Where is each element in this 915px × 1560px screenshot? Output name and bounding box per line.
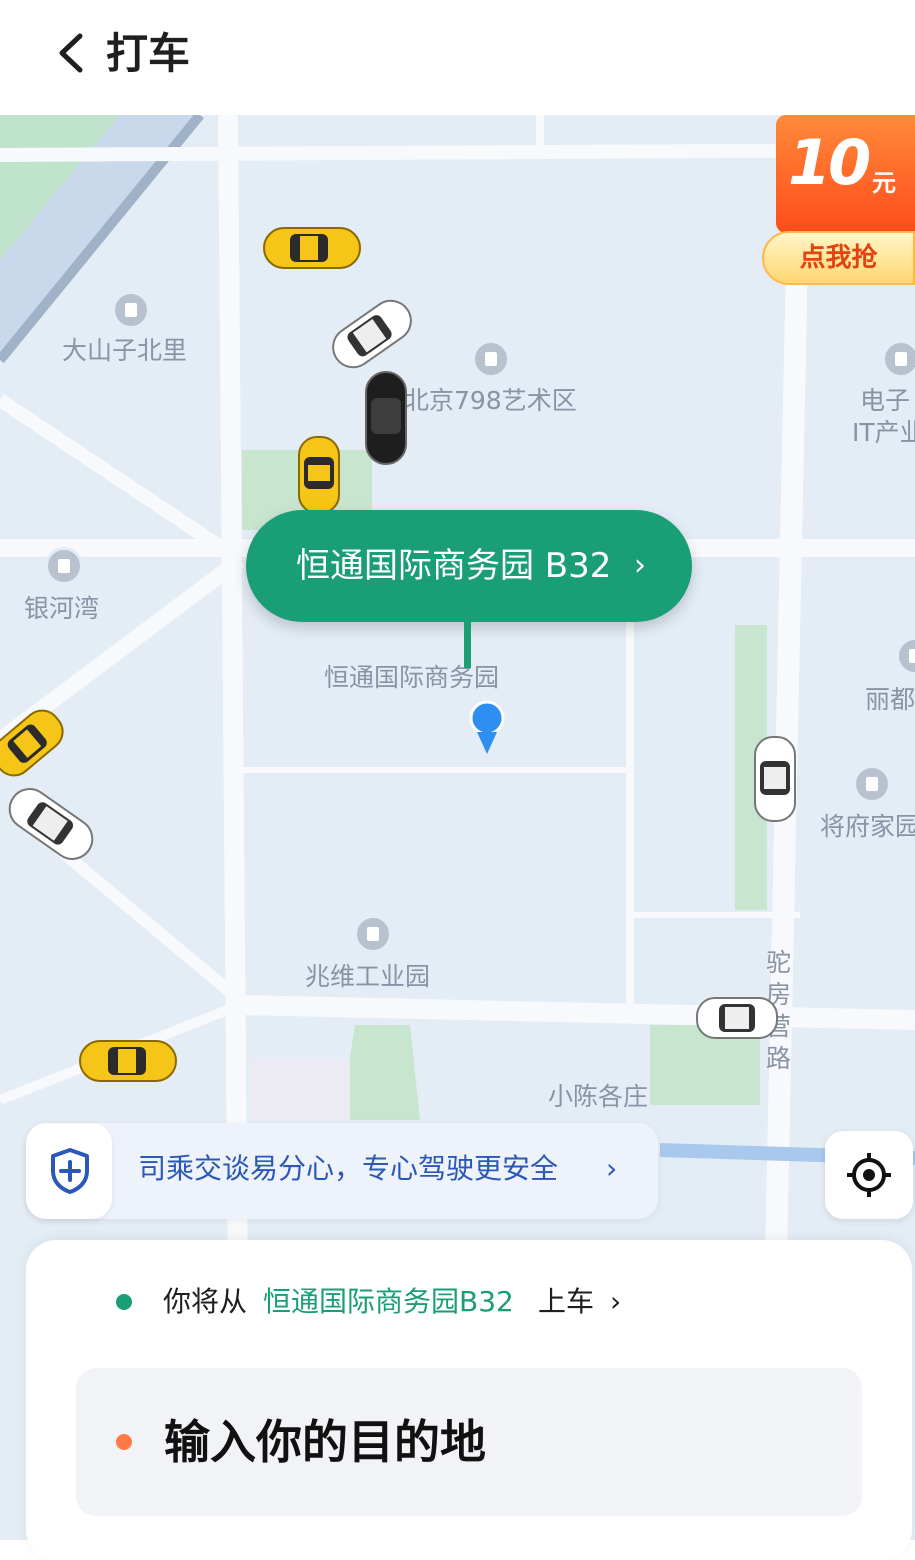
top-bar: 打车 [0, 0, 915, 115]
poi-icon [853, 765, 891, 803]
poi-label[interactable]: 小陈各庄 [548, 1077, 648, 1113]
chevron-left-icon [59, 33, 83, 73]
pickup-place-name: 恒通国际商务园B32 [263, 1285, 514, 1318]
safety-tip-text: 司乘交谈易分心，专心驾驶更安全 [138, 1152, 559, 1185]
pickup-prefix-text: 你将从 [163, 1285, 248, 1318]
pickup-bubble-label: 恒通国际商务园 B32 [296, 546, 612, 586]
taxi-car-icon [263, 227, 361, 269]
locate-me-button[interactable] [825, 1131, 913, 1219]
poi-label[interactable]: 将府家园 [820, 807, 915, 843]
shield-plus-icon-box [26, 1123, 112, 1219]
destination-dot [116, 1434, 132, 1450]
pickup-suffix-text: 上车 [538, 1285, 595, 1318]
poi-icon [112, 291, 150, 329]
destination-input[interactable]: 输入你的目的地 [76, 1368, 862, 1516]
black-car-icon [365, 371, 407, 465]
poi-label[interactable]: 北京798艺术区 [404, 381, 577, 417]
safety-tip-banner[interactable]: 司乘交谈易分心，专心驾驶更安全 › [26, 1123, 658, 1219]
poi-label[interactable]: 恒通国际商务园 [324, 658, 499, 694]
white-car-icon [696, 997, 778, 1039]
chevron-right-icon: › [610, 1285, 622, 1318]
poi-label[interactable]: 银河湾 [24, 589, 99, 625]
destination-placeholder: 输入你的目的地 [164, 1415, 486, 1469]
poi-label[interactable]: 电子 [860, 381, 910, 417]
poi-icon [472, 340, 510, 378]
promo-coupon-button[interactable]: 10 元 点我抢 [762, 115, 915, 290]
promo-amount: 10 [788, 126, 871, 199]
white-car-icon [754, 736, 796, 822]
poi-label[interactable]: 丽都 [865, 680, 915, 716]
taxi-car-icon [298, 436, 340, 514]
pickup-point-bubble[interactable]: 恒通国际商务园 B32 › [246, 510, 692, 622]
ride-request-panel: 你将从 恒通国际商务园B32 上车 › 输入你的目的地 [26, 1240, 912, 1560]
locate-crosshair-icon [847, 1153, 891, 1197]
poi-label[interactable]: 大山子北里 [62, 331, 187, 367]
pickup-dot [116, 1294, 132, 1310]
poi-label[interactable]: 兆维工业园 [305, 957, 430, 993]
shield-plus-icon [51, 1148, 89, 1194]
poi-icon [354, 915, 392, 953]
promo-badge: 10 元 [776, 115, 915, 233]
poi-icon [45, 547, 83, 585]
taxi-car-icon [79, 1040, 177, 1082]
promo-unit: 元 [872, 169, 896, 197]
poi-icon [882, 340, 915, 378]
promo-grab-label: 点我抢 [762, 231, 915, 285]
page-title: 打车 [106, 29, 191, 78]
pickup-location-row[interactable]: 你将从 恒通国际商务园B32 上车 › [26, 1272, 912, 1332]
current-location-pin-icon [469, 700, 505, 754]
back-button[interactable] [50, 28, 94, 78]
pickup-pin-stem [464, 620, 471, 668]
chevron-right-icon: › [634, 548, 646, 583]
poi-label[interactable]: IT产业 [852, 413, 915, 449]
chevron-right-icon: › [606, 1152, 618, 1185]
